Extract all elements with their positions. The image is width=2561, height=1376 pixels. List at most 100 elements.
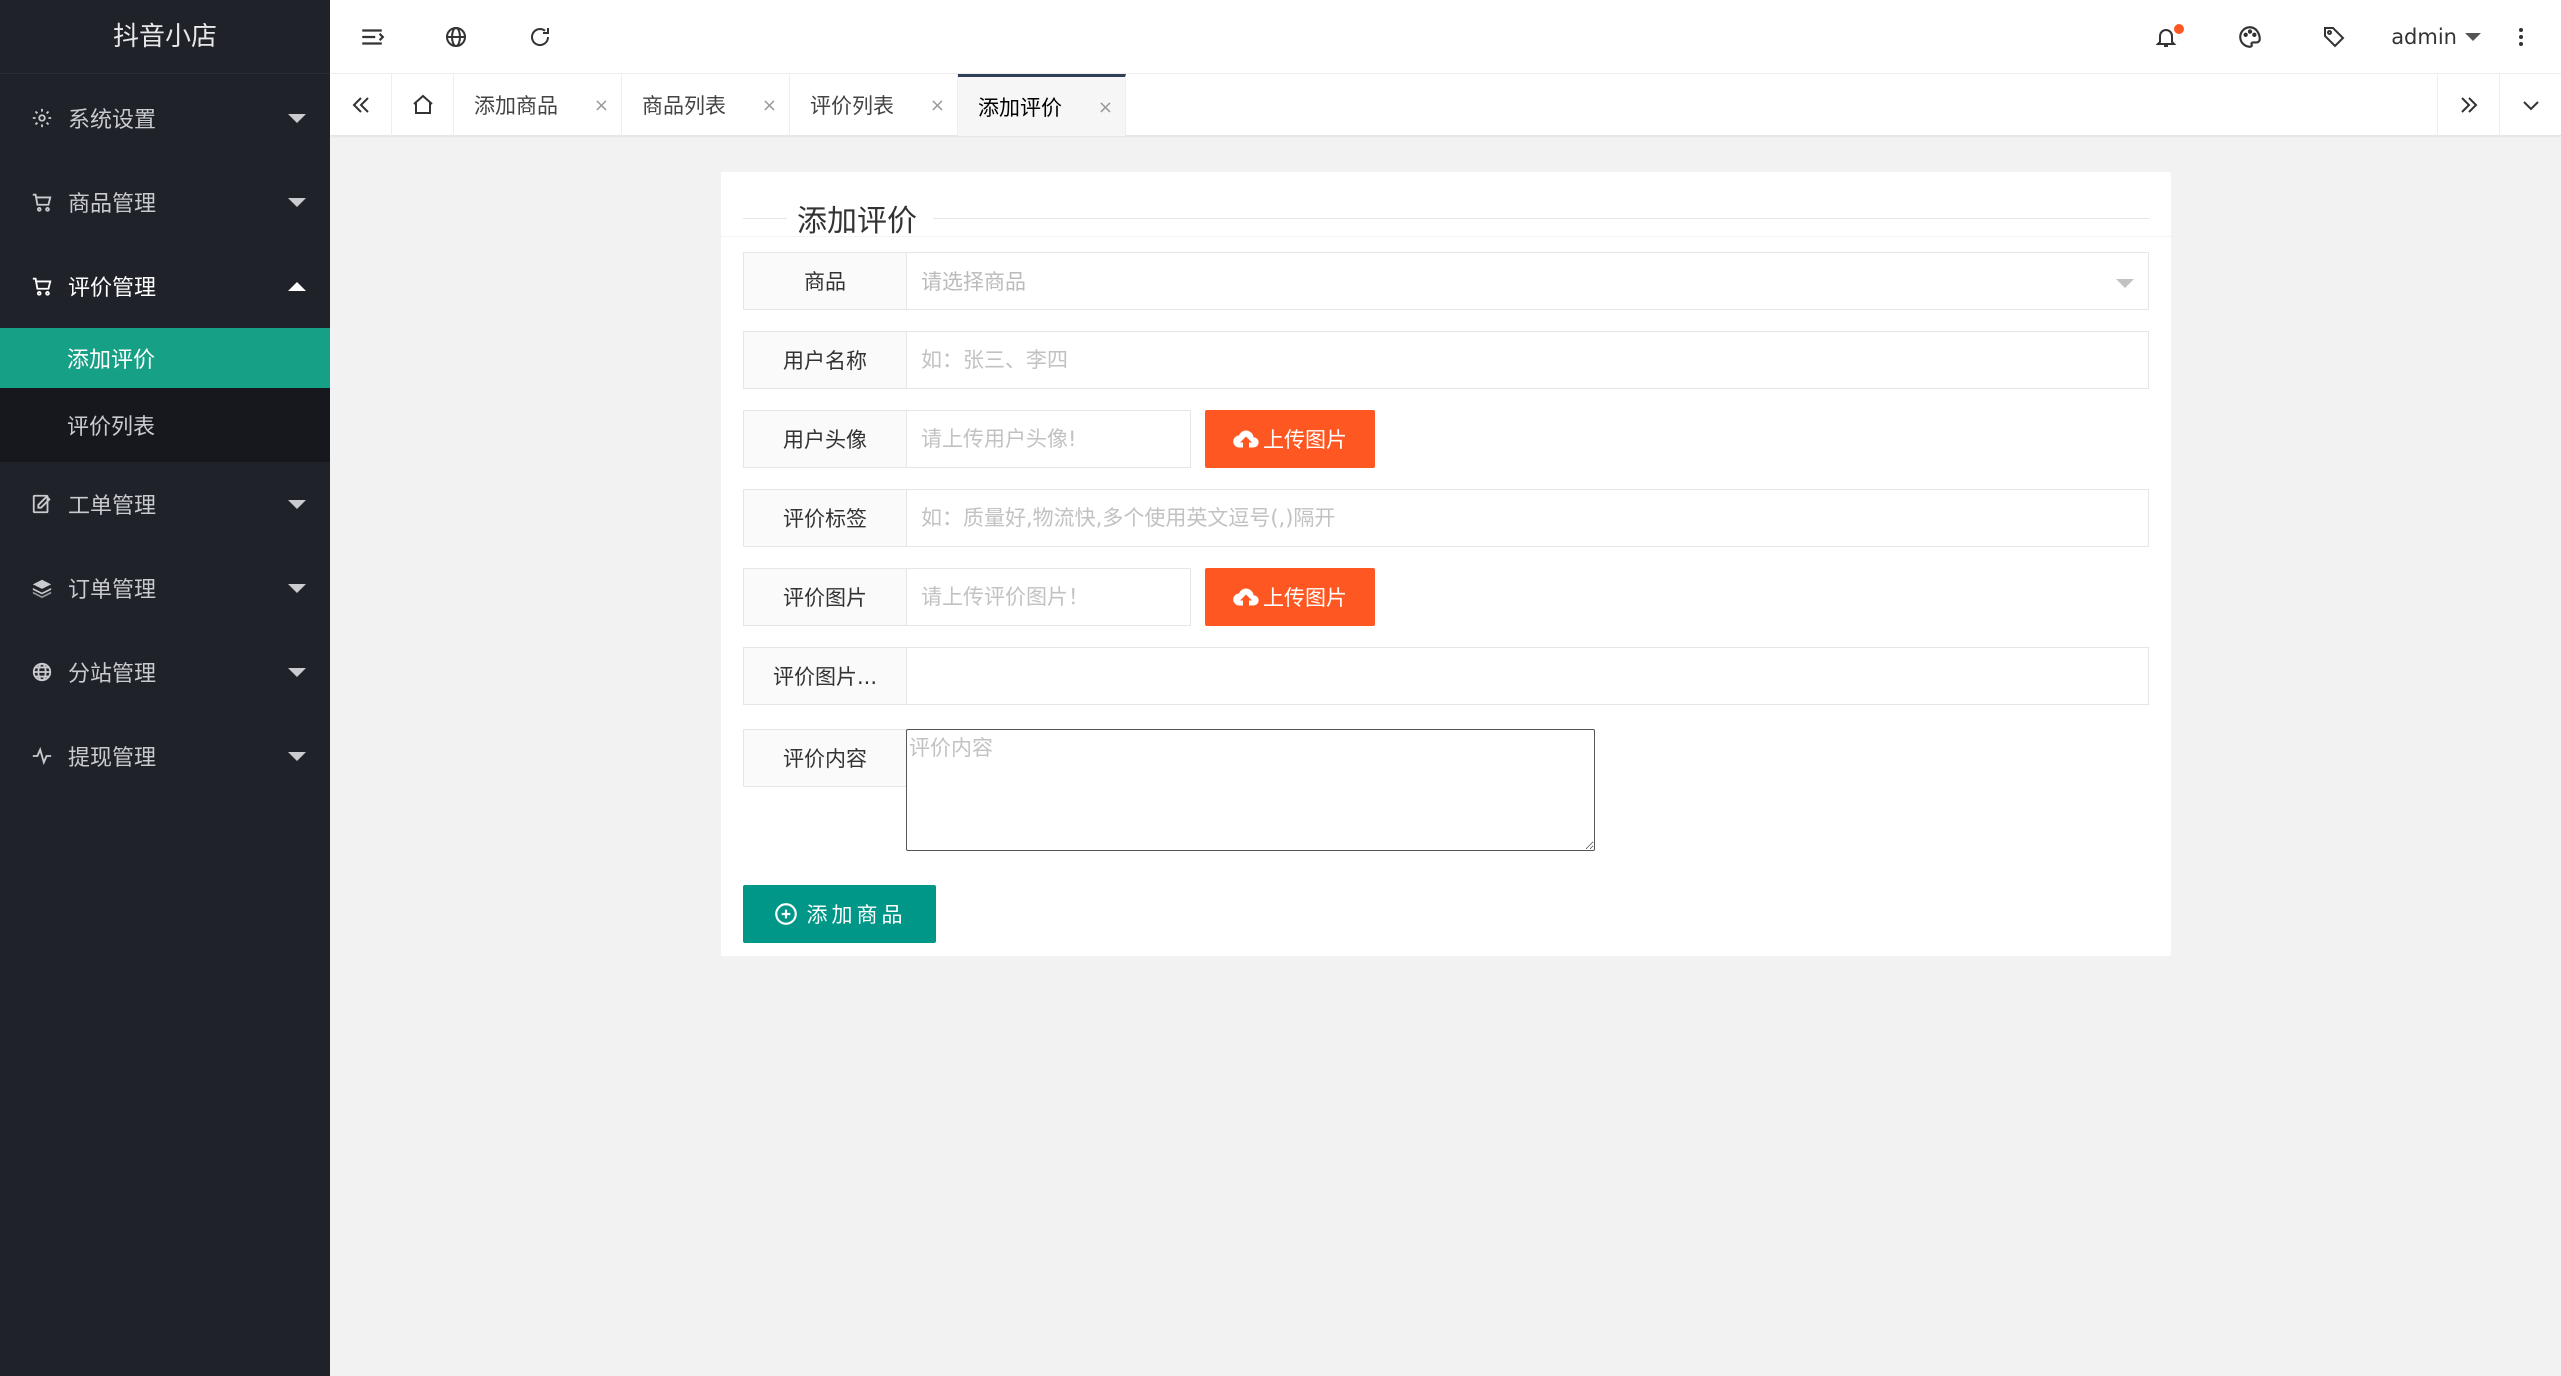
field-product: 商品 请选择商品 — [743, 252, 2149, 310]
sidebar-item-review-management[interactable]: 评价管理 — [0, 244, 330, 328]
tab-label: 评价列表 — [810, 94, 894, 118]
tab-product-list[interactable]: 商品列表 × — [622, 74, 790, 136]
sidebar-item-label: 系统设置 — [68, 108, 157, 133]
tab-label: 添加商品 — [474, 94, 558, 118]
tab-review-list[interactable]: 评价列表 × — [790, 74, 958, 136]
upload-avatar-button[interactable]: 上传图片 — [1205, 410, 1375, 468]
app-logo[interactable]: 抖音小店 — [0, 0, 330, 74]
field-images-preview: 评价图片... — [743, 647, 2149, 705]
sidebar-item-label: 商品管理 — [68, 192, 157, 217]
tab-scroll-left-icon[interactable] — [330, 74, 392, 136]
sidebar: 抖音小店 系统设置 商品管理 评价管理 添加评价 评价列表 工单管理 订单管理 … — [0, 0, 330, 1376]
field-tags: 评价标签 — [743, 489, 2149, 547]
cart-icon — [30, 274, 54, 298]
cloud-upload-icon — [1233, 430, 1259, 448]
field-label: 商品 — [743, 252, 907, 310]
gear-icon — [30, 106, 54, 130]
chevron-down-icon — [2116, 279, 2134, 288]
top-header: admin — [330, 0, 2561, 74]
close-icon[interactable]: × — [594, 95, 609, 116]
chevron-down-icon — [2465, 33, 2481, 41]
globe-icon — [30, 660, 54, 684]
sidebar-item-add-review[interactable]: 添加评价 — [0, 328, 330, 388]
chevron-down-icon — [288, 752, 306, 761]
chevron-down-icon — [288, 668, 306, 677]
page-title: 添加评价 — [787, 196, 927, 240]
product-select[interactable]: 请选择商品 — [906, 252, 2149, 310]
sidebar-item-label: 分站管理 — [68, 662, 157, 687]
field-avatar: 用户头像 上传图片 — [743, 410, 2149, 468]
tags-input[interactable] — [906, 489, 2149, 547]
form-legend: 添加评价 — [743, 186, 2149, 240]
sidebar-item-system-settings[interactable]: 系统设置 — [0, 76, 330, 160]
tab-menu-chevron-down-icon[interactable] — [2499, 74, 2561, 136]
sidebar-item-withdraw-management[interactable]: 提现管理 — [0, 714, 330, 798]
legend-line-right — [933, 218, 2149, 219]
edit-icon — [30, 492, 54, 516]
field-label: 用户头像 — [743, 410, 907, 468]
theme-icon[interactable] — [2208, 0, 2292, 74]
add-product-submit-button[interactable]: 添加商品 — [743, 885, 936, 943]
divider — [721, 236, 2171, 237]
field-content: 评价内容 — [743, 729, 2149, 853]
sidebar-item-label: 订单管理 — [68, 578, 157, 603]
close-icon[interactable]: × — [1098, 97, 1113, 118]
sidebar-item-label: 评价管理 — [68, 276, 157, 301]
close-icon[interactable]: × — [762, 95, 777, 116]
cart-icon — [30, 190, 54, 214]
submenu-review: 添加评价 评价列表 — [0, 328, 330, 462]
menu-fold-icon[interactable] — [330, 0, 414, 74]
tab-scroll-right-icon[interactable] — [2437, 74, 2499, 136]
sidebar-item-ticket-management[interactable]: 工单管理 — [0, 462, 330, 546]
sidebar-item-label: 工单管理 — [68, 494, 157, 519]
cloud-upload-icon — [1233, 588, 1259, 606]
close-icon[interactable]: × — [930, 95, 945, 116]
field-label: 评价图片 — [743, 568, 907, 626]
tab-label: 商品列表 — [642, 94, 726, 118]
username-input[interactable] — [906, 331, 2149, 389]
plus-circle-icon — [774, 903, 797, 925]
images-input[interactable] — [906, 568, 1191, 626]
avatar-input[interactable] — [906, 410, 1191, 468]
field-label: 用户名称 — [743, 331, 907, 389]
button-label: 添加商品 — [806, 903, 907, 927]
legend-line-left — [743, 218, 787, 219]
notification-dot — [2174, 24, 2184, 34]
sidebar-item-order-management[interactable]: 订单管理 — [0, 546, 330, 630]
tag-icon[interactable] — [2292, 0, 2376, 74]
field-label: 评价内容 — [743, 729, 907, 787]
images-preview-area — [906, 647, 2149, 705]
field-username: 用户名称 — [743, 331, 2149, 389]
field-label: 评价标签 — [743, 489, 907, 547]
tab-bar: 添加商品 × 商品列表 × 评价列表 × 添加评价 × — [330, 74, 2561, 136]
select-placeholder: 请选择商品 — [921, 270, 1026, 294]
sidebar-item-product-management[interactable]: 商品管理 — [0, 160, 330, 244]
button-label: 上传图片 — [1263, 586, 1347, 610]
layers-icon — [30, 576, 54, 600]
more-icon[interactable] — [2481, 0, 2561, 74]
tab-label: 添加评价 — [978, 95, 1062, 120]
field-label: 评价图片... — [743, 647, 907, 705]
upload-images-button[interactable]: 上传图片 — [1205, 568, 1375, 626]
bell-icon[interactable] — [2124, 0, 2208, 74]
add-review-card: 添加评价 商品 请选择商品 用户名称 用户头像 上传图片 评价标签 评价图片 上… — [721, 172, 2171, 956]
tab-add-review[interactable]: 添加评价 × — [958, 74, 1126, 136]
sidebar-item-label: 提现管理 — [68, 746, 157, 771]
chevron-down-icon — [288, 500, 306, 509]
chevron-down-icon — [288, 198, 306, 207]
home-icon[interactable] — [392, 74, 454, 136]
tab-add-product[interactable]: 添加商品 × — [454, 74, 622, 136]
sidebar-item-substation-management[interactable]: 分站管理 — [0, 630, 330, 714]
username: admin — [2391, 25, 2457, 49]
field-images: 评价图片 上传图片 — [743, 568, 2149, 626]
sidebar-item-review-list[interactable]: 评价列表 — [0, 388, 330, 462]
user-menu[interactable]: admin — [2391, 0, 2481, 74]
button-label: 上传图片 — [1263, 428, 1347, 452]
chevron-down-icon — [288, 584, 306, 593]
pulse-icon — [30, 744, 54, 768]
chevron-up-icon — [288, 282, 306, 291]
globe-icon[interactable] — [414, 0, 498, 74]
content-textarea[interactable] — [906, 729, 1595, 851]
chevron-down-icon — [288, 114, 306, 123]
refresh-icon[interactable] — [498, 0, 582, 74]
